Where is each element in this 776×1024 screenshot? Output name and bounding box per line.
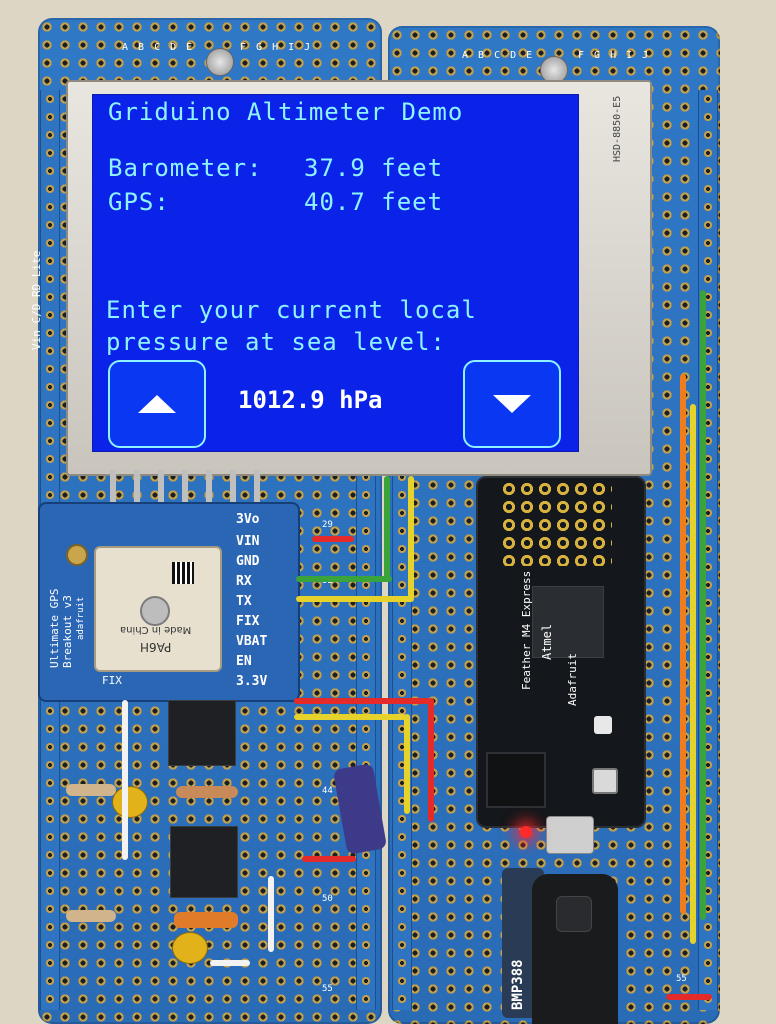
gps-pin-gnd: GND [236,554,260,569]
gps-pin-3v3: 3.3V [236,674,268,689]
wire-white-3 [210,960,250,966]
gps-chip-antenna [140,596,170,626]
gps-label: GPS: [108,188,170,216]
gps-pin-vbat: VBAT [236,634,268,649]
capacitor-orange [174,912,238,928]
triangle-down-icon [493,395,531,413]
prompt-line-1: Enter your current local [106,296,477,324]
row-number: 29 [322,520,333,530]
tft-screen: Griduino Altimeter Demo Barometer: 37.9 … [92,94,579,452]
barometer-value: 37.9 feet [304,154,444,182]
gps-fix-led-label: FIX [102,674,122,687]
tft-side-label: HSD-8850-E5 [612,95,623,162]
pressure-value: 1012.9 hPa [238,386,383,414]
gps-brand: adafruit [76,596,86,640]
ic-chip-upper [168,700,236,766]
wire-red [294,698,430,704]
wire-green-vertical [384,476,390,580]
wire-red-vertical [428,698,434,822]
screen-title: Griduino Altimeter Demo [108,98,464,126]
feather-chip-label: Atmel [540,623,554,660]
resistor-3 [66,910,116,922]
feather-usb-port [546,816,594,854]
column-labels-left: A B C D E [122,42,195,53]
feather-board-name: Feather M4 Express [520,570,533,690]
column-labels-left-b: A B C D E [462,50,535,61]
gps-pin-tx: TX [236,594,252,609]
wire-yellow-2 [294,714,406,720]
row-number: 55 [676,974,687,984]
feather-battery-connector [486,752,546,808]
gps-pin-en: EN [236,654,252,669]
row-number: 50 [322,894,333,904]
prompt-line-2: pressure at sea level: [106,328,446,356]
side-silkscreen: Vin C/D RD Lite [30,250,43,350]
usb-cable-logo [556,896,592,932]
feather-prototype-area [500,480,612,566]
gps-chip-label: PA6H [140,640,172,654]
gps-pin-fix: FIX [236,614,260,629]
gps-antenna-connector [66,544,88,566]
gps-pin-rx: RX [236,574,252,589]
gps-chip-qr [172,562,194,584]
gps-pin-3vo: 3Vo [236,512,260,527]
wire-red-short-2 [302,856,356,862]
pressure-down-button[interactable] [463,360,561,448]
wire-yellow-vertical [408,476,414,600]
bmp388-label: BMP388 [510,959,526,1010]
row-number: 44 [322,786,333,796]
feather-neopixel [594,716,612,734]
wire-white [122,700,128,860]
column-labels-right-b: F G H I J [578,50,651,61]
resistor-1 [66,784,116,796]
pressure-up-button[interactable] [108,360,206,448]
wire-yellow-2-vertical [404,714,410,814]
column-labels-right: F G H I J [240,42,313,53]
triangle-up-icon [138,395,176,413]
tft-header-pins [110,470,260,506]
wire-yellow-right [690,404,696,944]
gps-value: 40.7 feet [304,188,444,216]
wire-green [296,576,392,582]
capacitor-yellow-2 [172,932,208,964]
wire-red-short-3 [666,994,712,1000]
wire-red-short-1 [312,536,354,542]
feather-led-red [520,826,532,838]
barometer-label: Barometer: [108,154,263,182]
row-number: 55 [322,984,333,994]
feather-reset-button[interactable] [592,768,618,794]
wire-white-2 [268,876,274,952]
feather-brand: Adafruit [566,653,579,706]
wire-orange-right [680,374,686,914]
ic-chip-lower [170,826,238,898]
wire-yellow [296,596,414,602]
screw-top-left [206,48,234,76]
capacitor-yellow-1 [112,786,148,818]
wire-green-right [700,290,706,920]
resistor-2 [176,786,238,798]
gps-pin-vin: VIN [236,534,260,549]
gps-chip-origin: Made in China [120,624,192,635]
